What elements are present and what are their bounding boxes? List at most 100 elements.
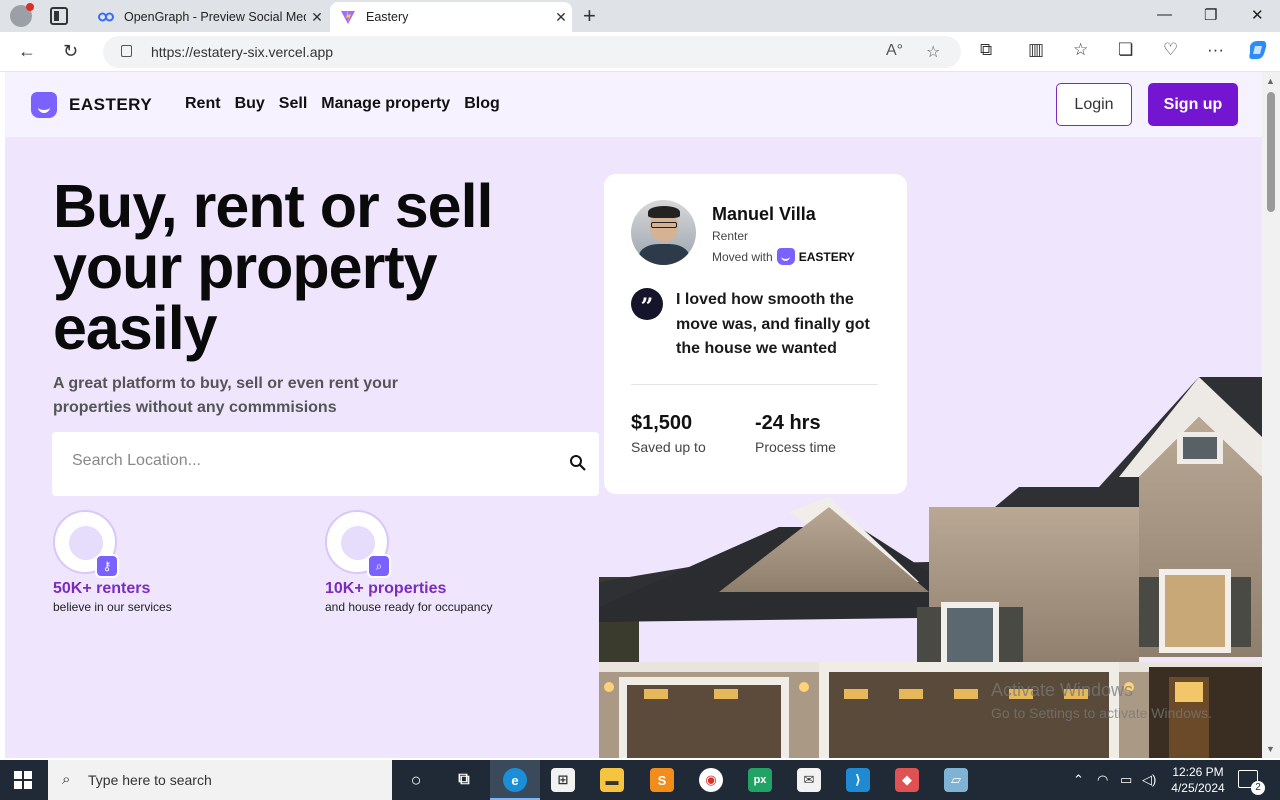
chrome-icon[interactable]: ◉ (699, 768, 723, 792)
tab-title: OpenGraph - Preview Social Med (124, 10, 306, 24)
metric-value: -24 hrs (755, 412, 821, 434)
back-icon[interactable]: ← (18, 41, 36, 62)
renters-icon: ⚷ (53, 510, 119, 578)
search-icon[interactable] (569, 454, 587, 472)
git-icon[interactable]: ◆ (895, 768, 919, 792)
tab-opengraph[interactable]: OpenGraph - Preview Social Med ✕ (88, 2, 328, 32)
opengraph-favicon-icon (98, 9, 114, 25)
browser-essentials-icon[interactable]: ♡ (1163, 40, 1178, 60)
favorite-star-icon[interactable]: ☆ (926, 42, 940, 62)
page-scrollbar[interactable]: ▲ ▼ (1262, 72, 1280, 758)
mail-icon[interactable]: ✉ (797, 768, 821, 792)
edge-icon[interactable]: e (503, 768, 527, 792)
testimonial-card: Manuel Villa Renter Moved with EASTERY ”… (604, 174, 907, 494)
extensions-icon[interactable]: ⧉ (980, 40, 992, 60)
task-view-icon[interactable]: ⧉ (452, 768, 476, 792)
profile-icon[interactable] (10, 3, 34, 27)
watermark-title: Activate Windows (991, 680, 1134, 700)
signup-button[interactable]: Sign up (1148, 83, 1238, 126)
moved-with-label: Moved with (712, 249, 773, 264)
tab-actions-icon[interactable] (50, 7, 68, 25)
taskbar-clock[interactable]: 12:26 PM 4/25/2024 (1160, 764, 1236, 796)
file-explorer-icon[interactable]: ▬ (600, 768, 624, 792)
address-bar: ← ↻ https://estatery-six.vercel.app A° ☆… (0, 32, 1280, 72)
site-logo[interactable]: EASTERY (31, 92, 152, 118)
browser-window: OpenGraph - Preview Social Med ✕ Eastery… (0, 0, 1280, 760)
nav-sell[interactable]: Sell (279, 95, 307, 113)
key-icon: ⚷ (95, 554, 119, 578)
location-search (52, 432, 599, 496)
refresh-icon[interactable]: ↻ (63, 41, 78, 62)
clock-date: 4/25/2024 (1171, 781, 1225, 795)
activation-watermark: Activate Windows Go to Settings to activ… (991, 680, 1212, 721)
page-viewport: EASTERY Rent Buy Sell Manage property Bl… (5, 72, 1262, 758)
taskbar-search[interactable]: ⌕ Type here to search (48, 760, 392, 800)
stat-properties: ⌕ 10K+ properties and house ready for oc… (325, 510, 492, 614)
login-button[interactable]: Login (1056, 83, 1132, 126)
reviewer-name: Manuel Villa (712, 204, 816, 224)
cortana-icon[interactable]: ○ (404, 768, 428, 792)
site-header: EASTERY Rent Buy Sell Manage property Bl… (5, 72, 1262, 137)
scroll-up-icon[interactable]: ▲ (1266, 76, 1275, 86)
more-options-icon[interactable]: ··· (1207, 40, 1224, 60)
px-app-icon[interactable]: px (748, 768, 772, 792)
favorites-icon[interactable]: ☆ (1073, 40, 1088, 60)
restore-icon[interactable]: ❐ (1204, 6, 1217, 24)
close-tab-icon[interactable]: ✕ (306, 9, 328, 26)
hero-subtitle: A great platform to buy, sell or even re… (53, 375, 398, 416)
battery-icon[interactable]: ▭ (1120, 772, 1132, 788)
logo-icon (776, 248, 795, 265)
metric-label: Process time (755, 439, 836, 455)
lock-icon[interactable] (121, 45, 132, 57)
url-field[interactable]: https://estatery-six.vercel.app A° ☆ (103, 36, 961, 68)
properties-icon: ⌕ (325, 510, 391, 578)
new-tab-button[interactable]: + (583, 3, 596, 29)
notes-app-icon[interactable]: ▱ (944, 768, 968, 792)
read-aloud-icon[interactable]: A° (886, 42, 903, 60)
taskbar-search-text: Type here to search (88, 772, 212, 788)
windows-start-icon[interactable] (14, 771, 32, 789)
tray-chevron-icon[interactable]: ⌃ (1073, 772, 1084, 788)
vscode-icon[interactable]: ⟩ (846, 768, 870, 792)
tab-eastery[interactable]: Eastery ✕ (330, 2, 572, 32)
vite-favicon-icon (340, 9, 356, 25)
volume-icon[interactable]: ◁) (1142, 772, 1156, 788)
nav-manage-property[interactable]: Manage property (321, 95, 450, 113)
url-text[interactable]: https://estatery-six.vercel.app (151, 44, 333, 60)
avatar (631, 200, 696, 265)
close-tab-icon[interactable]: ✕ (550, 9, 572, 26)
split-screen-icon[interactable]: ▥ (1028, 40, 1044, 60)
notification-center-icon[interactable]: 2 (1238, 770, 1265, 795)
metric-value: $1,500 (631, 412, 693, 434)
stat-label: believe in our services (53, 600, 172, 614)
wifi-icon[interactable]: ◠ (1097, 772, 1108, 788)
magnifier-icon: ⌕ (367, 554, 391, 578)
scroll-thumb[interactable] (1267, 92, 1275, 212)
logo-icon (31, 92, 57, 118)
sublime-icon[interactable]: S (650, 768, 674, 792)
metric-process-time: -24 hrs Process time (755, 412, 836, 455)
windows-taskbar: ⌕ Type here to search ○ ⧉ e ⊞ ▬ S ◉ px ✉… (0, 760, 1280, 800)
testimonial-quote: I loved how smooth the move was, and fin… (676, 291, 870, 357)
reviewer-role: Renter (712, 229, 749, 243)
brand-name: EASTERY (69, 95, 153, 114)
nav-rent[interactable]: Rent (185, 95, 221, 113)
search-location-input[interactable] (72, 452, 542, 470)
quote-icon: ” (631, 288, 663, 320)
metric-savings: $1,500 Saved up to (631, 412, 706, 455)
collections-icon[interactable]: ❏ (1118, 40, 1133, 60)
stat-renters: ⚷ 50K+ renters believe in our services (53, 510, 172, 614)
stat-label: and house ready for occupancy (325, 600, 493, 614)
store-icon[interactable]: ⊞ (551, 768, 575, 792)
nav-buy[interactable]: Buy (235, 95, 265, 113)
watermark-subtitle: Go to Settings to activate Windows. (991, 705, 1212, 721)
tab-bar: OpenGraph - Preview Social Med ✕ Eastery… (0, 0, 1280, 32)
scroll-down-icon[interactable]: ▼ (1266, 744, 1275, 754)
nav-blog[interactable]: Blog (464, 95, 500, 113)
search-icon: ⌕ (62, 771, 71, 788)
stat-value: 50K+ renters (53, 580, 151, 597)
minimize-icon[interactable]: — (1157, 6, 1172, 23)
copilot-icon[interactable] (1246, 38, 1270, 67)
close-window-icon[interactable]: ✕ (1251, 6, 1264, 24)
metric-label: Saved up to (631, 439, 706, 455)
